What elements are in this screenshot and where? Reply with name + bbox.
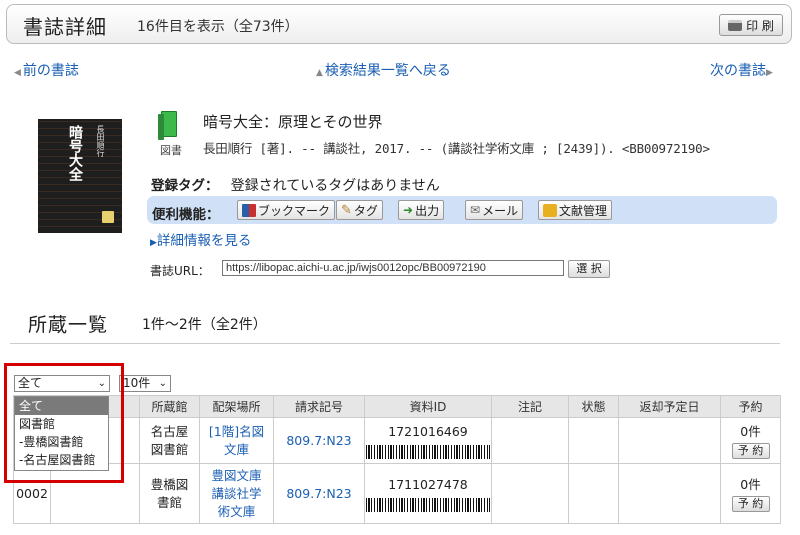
- note-cell: [491, 463, 569, 524]
- mail-icon: ✉: [470, 203, 481, 217]
- tags-label: 登録タグ：: [151, 178, 219, 194]
- reference-manager-button[interactable]: 文献管理: [538, 200, 613, 220]
- page-title: 書誌詳細: [23, 15, 107, 39]
- triangle-right-icon: ▶: [150, 238, 157, 248]
- tags-value: 登録されているタグはありません: [230, 178, 440, 194]
- back-to-results-link[interactable]: ▲ 検索結果一覧へ戻る: [316, 60, 451, 80]
- print-label: 印 刷: [746, 18, 774, 33]
- triangle-up-icon: ▲: [316, 68, 323, 78]
- table-row: 名古屋図書館 [1階]名図文庫 809.7:N23 1721016469 0件 …: [13, 417, 781, 464]
- detail-info-label[interactable]: 詳細情報を見る: [157, 233, 252, 249]
- tag-icon: ✎: [341, 202, 352, 218]
- export-icon: ➜: [403, 203, 414, 217]
- book-title: 暗号大全：原理とその世界: [203, 113, 383, 131]
- holdings-count: 1件〜2件（全2件）: [142, 317, 267, 333]
- item-id-cell: 1711027478: [364, 463, 492, 524]
- prev-record-link[interactable]: ◀ 前の書誌: [14, 60, 79, 80]
- column-header-location: 配架場所: [199, 395, 274, 418]
- tag-button[interactable]: ✎ タグ: [336, 200, 383, 220]
- column-header-library: 所蔵館: [139, 395, 200, 418]
- column-header-call-number: 請求記号: [273, 395, 365, 418]
- item-id-cell: 1721016469: [364, 417, 492, 464]
- column-header-reserve: 予約: [720, 395, 781, 418]
- result-position: 16件目を表示（全73件）: [137, 19, 299, 35]
- triangle-right-icon: ▶: [766, 68, 773, 78]
- reserve-button[interactable]: 予 約: [731, 442, 770, 459]
- book-icon: [158, 111, 180, 140]
- status-cell: [568, 463, 619, 524]
- table-header-row: 所蔵館 配架場所 請求記号 資料ID 注記 状態 返却予定日 予約: [13, 395, 781, 418]
- page-header: 書誌詳細 16件目を表示（全73件） 印 刷: [6, 4, 792, 44]
- reserve-count: 0件: [740, 476, 761, 492]
- bookmark-button[interactable]: ブックマーク: [237, 200, 336, 220]
- column-header-note: 注記: [491, 395, 569, 418]
- back-to-results-label[interactable]: 検索結果一覧へ戻る: [325, 63, 451, 79]
- highlight-box: [4, 363, 124, 483]
- call-number-link[interactable]: 809.7:N23: [273, 463, 365, 524]
- detail-info-link[interactable]: ▶詳細情報を見る: [150, 229, 251, 249]
- publisher-logo-icon: [102, 211, 114, 223]
- table-row: 0002 豊橋図書館 豊図文庫講談社学術文庫 809.7:N23 1711027…: [13, 463, 781, 524]
- library-cell: 名古屋図書館: [139, 417, 200, 464]
- output-button[interactable]: ➜ 出力: [398, 200, 445, 220]
- cover-title: 暗号大全: [67, 125, 83, 181]
- cover-author: 長田順行: [96, 125, 105, 157]
- reserve-cell: 0件 予 約: [720, 417, 781, 464]
- reserve-count: 0件: [740, 423, 761, 439]
- note-cell: [491, 417, 569, 464]
- chevron-down-icon: ⌄: [158, 378, 167, 389]
- tags-row: 登録タグ： 登録されているタグはありません: [151, 174, 440, 195]
- book-cover[interactable]: 暗号大全 長田順行: [38, 119, 122, 233]
- bookmark-label: ブックマーク: [258, 203, 331, 218]
- printer-icon: [728, 19, 743, 31]
- next-record-link[interactable]: 次の書誌▶: [710, 60, 775, 80]
- mail-button[interactable]: ✉ メール: [465, 200, 524, 220]
- item-id-text: 1721016469: [388, 423, 468, 439]
- tools-label: 便利機能：: [152, 207, 220, 223]
- triangle-left-icon: ◀: [14, 68, 21, 78]
- holdings-table: 所蔵館 配架場所 請求記号 資料ID 注記 状態 返却予定日 予約 名古屋図書館…: [13, 395, 781, 524]
- output-label: 出力: [415, 203, 440, 218]
- library-cell: 豊橋図書館: [139, 463, 200, 524]
- column-header-due-date: 返却予定日: [618, 395, 721, 418]
- call-number-link[interactable]: 809.7:N23: [273, 417, 365, 464]
- barcode-image: [366, 497, 490, 512]
- column-header-status: 状態: [568, 395, 619, 418]
- holdings-title: 所蔵一覧: [28, 314, 109, 336]
- reference-manager-label: 文献管理: [559, 203, 608, 218]
- bookmark-icon: [242, 203, 256, 217]
- tag-label: タグ: [353, 203, 378, 218]
- location-link[interactable]: 豊図文庫講談社学術文庫: [199, 463, 274, 524]
- book-url-field[interactable]: https://libopac.aichi-u.ac.jp/iwjs0012op…: [222, 260, 564, 276]
- divider: [10, 343, 780, 344]
- media-type-label: 図書: [160, 144, 182, 157]
- per-page-select[interactable]: 10件 ⌄: [119, 375, 171, 392]
- location-link[interactable]: [1階]名図文庫: [199, 417, 274, 464]
- mail-label: メール: [482, 203, 519, 218]
- print-button[interactable]: 印 刷: [719, 14, 783, 36]
- prev-record-label[interactable]: 前の書誌: [23, 63, 79, 79]
- barcode-image: [366, 444, 490, 459]
- next-record-label[interactable]: 次の書誌: [710, 63, 766, 79]
- bibliographic-info: 長田順行 [著]. -- 講談社, 2017. -- (講談社学術文庫 ; [2…: [203, 141, 710, 156]
- reserve-cell: 0件 予 約: [720, 463, 781, 524]
- item-id-text: 1711027478: [388, 476, 468, 492]
- select-url-button[interactable]: 選 択: [568, 260, 610, 278]
- folder-icon: [543, 203, 557, 217]
- due-date-cell: [618, 463, 721, 524]
- per-page-value: 10件: [123, 376, 151, 390]
- due-date-cell: [618, 417, 721, 464]
- reserve-button[interactable]: 予 約: [731, 495, 770, 512]
- url-label: 書誌URL：: [150, 264, 210, 278]
- column-header-item-id: 資料ID: [364, 395, 492, 418]
- status-cell: [568, 417, 619, 464]
